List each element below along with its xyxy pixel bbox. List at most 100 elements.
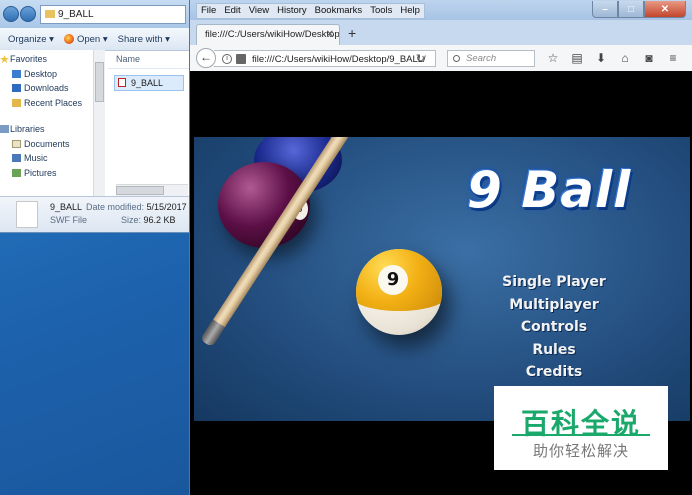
firefox-titlebar: File Edit View History Bookmarks Tools H… bbox=[190, 0, 692, 20]
url-text: file:///C:/Users/wikiHow/Desktop/9_BALL/ bbox=[252, 54, 426, 65]
game-title: 9 Ball bbox=[467, 161, 632, 219]
details-pane: 9_BALL SWF File Date modified: 5/15/2017… bbox=[0, 196, 190, 232]
file-item-9-ball[interactable]: 9_BALL bbox=[114, 75, 184, 91]
game-canvas[interactable]: 9 9 9 Ball Single Player Multiplayer Con… bbox=[194, 137, 690, 421]
address-text: 9_BALL bbox=[58, 9, 94, 20]
nav-label: Music bbox=[24, 153, 48, 163]
navigation-toolbar: i file:///C:/Users/wikiHow/Desktop/9_BAL… bbox=[190, 45, 692, 72]
menu-view[interactable]: View bbox=[245, 4, 273, 18]
nav-item-favorites[interactable]: Favorites bbox=[0, 52, 104, 67]
tab-bar: file:///C:/Users/wikiHow/Desktop ✕ + bbox=[190, 20, 692, 45]
nav-item-libraries[interactable]: Libraries bbox=[0, 122, 104, 137]
recent-places-icon bbox=[12, 98, 21, 107]
nav-item-music[interactable]: Music bbox=[0, 151, 104, 166]
menu-single-player[interactable]: Single Player bbox=[479, 271, 629, 294]
pocket-icon[interactable]: ◙ bbox=[640, 49, 658, 67]
bookmark-star-icon[interactable]: ☆ bbox=[544, 49, 562, 67]
explorer-toolbar: Organize ▾ Open ▾ Share with ▾ bbox=[0, 28, 190, 51]
menu-rules[interactable]: Rules bbox=[479, 339, 629, 362]
forward-arrow-icon[interactable] bbox=[20, 6, 36, 22]
nav-item-downloads[interactable]: Downloads bbox=[0, 81, 104, 96]
swf-file-icon bbox=[118, 78, 126, 87]
tab-close-icon[interactable]: ✕ bbox=[326, 25, 334, 45]
download-icon[interactable]: ⬇ bbox=[592, 49, 610, 67]
watermark-main-text: 百科全说 bbox=[520, 408, 641, 439]
reload-icon[interactable]: ↻ bbox=[416, 51, 425, 66]
nav-item-pictures[interactable]: Pictures bbox=[0, 166, 104, 181]
details-file-name: 9_BALL bbox=[50, 202, 83, 212]
nav-label: Downloads bbox=[24, 83, 69, 93]
menu-help[interactable]: Help bbox=[396, 4, 424, 18]
explorer-titlebar: 9_BALL bbox=[0, 0, 190, 28]
info-icon[interactable]: i bbox=[222, 54, 232, 64]
explorer-window: 9_BALL Organize ▾ Open ▾ Share with ▾ Fa… bbox=[0, 0, 191, 233]
page-icon bbox=[236, 54, 246, 64]
watermark-underline bbox=[512, 434, 650, 436]
back-arrow-icon[interactable] bbox=[3, 6, 19, 22]
menu-credits[interactable]: Credits bbox=[479, 361, 629, 384]
navigation-pane: Favorites Desktop Downloads Recent Place… bbox=[0, 50, 105, 196]
home-icon[interactable]: ⌂ bbox=[616, 49, 634, 67]
share-with-button[interactable]: Share with ▾ bbox=[118, 34, 170, 45]
nav-label: Recent Places bbox=[24, 97, 83, 108]
explorer-nav-buttons bbox=[3, 6, 37, 25]
nav-label: Pictures bbox=[24, 167, 57, 178]
folder-icon bbox=[45, 10, 55, 19]
nav-item-recent-places[interactable]: Recent Places bbox=[0, 96, 104, 111]
watermark-sub-text: 助你轻松解决 bbox=[532, 443, 629, 460]
search-placeholder: Search bbox=[466, 53, 497, 64]
share-with-label: Share with ▾ bbox=[117, 33, 170, 45]
explorer-address-bar[interactable]: 9_BALL bbox=[40, 5, 186, 24]
nav-label: Documents bbox=[24, 138, 70, 149]
menu-controls[interactable]: Controls bbox=[479, 316, 629, 339]
maximize-button[interactable]: □ bbox=[618, 1, 644, 18]
scrollbar-thumb[interactable] bbox=[116, 186, 164, 195]
new-tab-button[interactable]: + bbox=[348, 25, 356, 41]
watermark: 百科全说 助你轻松解决 bbox=[494, 386, 668, 470]
menu-tools[interactable]: Tools bbox=[366, 4, 396, 18]
nav-item-documents[interactable]: Documents bbox=[0, 137, 104, 152]
window-controls: – □ ✕ bbox=[592, 1, 686, 18]
explorer-body: Favorites Desktop Downloads Recent Place… bbox=[0, 50, 190, 196]
tab-active[interactable]: file:///C:/Users/wikiHow/Desktop ✕ bbox=[196, 24, 340, 45]
firefox-icon bbox=[63, 34, 74, 44]
menu-multiplayer[interactable]: Multiplayer bbox=[479, 294, 629, 317]
size-label: Size: bbox=[121, 215, 142, 225]
library-icon[interactable]: ▤ bbox=[568, 49, 586, 67]
file-name: 9_BALL bbox=[131, 78, 164, 88]
open-button[interactable]: Open ▾ bbox=[63, 33, 108, 45]
organize-button[interactable]: Organize ▾ bbox=[8, 34, 54, 45]
file-thumbnail-icon bbox=[16, 201, 38, 228]
minimize-button[interactable]: – bbox=[592, 1, 618, 18]
file-list-hscrollbar[interactable] bbox=[116, 184, 188, 196]
scrollbar-thumb[interactable] bbox=[95, 62, 104, 102]
nav-label: Favorites bbox=[10, 54, 48, 64]
date-modified-label: Date modified: bbox=[86, 202, 145, 212]
menu-edit[interactable]: Edit bbox=[220, 4, 244, 18]
search-input[interactable]: Search bbox=[447, 50, 535, 67]
nine-ball: 9 bbox=[356, 249, 442, 335]
url-bar[interactable]: i file:///C:/Users/wikiHow/Desktop/9_BAL… bbox=[214, 50, 436, 67]
open-label: Open ▾ bbox=[76, 33, 108, 45]
game-menu: Single Player Multiplayer Controls Rules… bbox=[479, 271, 629, 384]
navigation-scrollbar[interactable] bbox=[93, 50, 105, 196]
nine-ball-number: 9 bbox=[378, 265, 408, 295]
nav-label: Libraries bbox=[10, 124, 45, 134]
menu-file[interactable]: File bbox=[197, 4, 220, 18]
nav-label: Desktop bbox=[24, 68, 58, 79]
file-list: Name 9_BALL bbox=[108, 50, 190, 196]
column-header-name[interactable]: Name bbox=[108, 50, 190, 69]
size-value: 96.2 KB bbox=[143, 215, 176, 225]
downloads-icon bbox=[12, 84, 21, 92]
menu-bookmarks[interactable]: Bookmarks bbox=[311, 4, 367, 18]
close-button[interactable]: ✕ bbox=[644, 1, 686, 18]
toolbar-icons: ☆ ▤ ⬇ ⌂ ◙ ≡ bbox=[544, 49, 682, 67]
libraries-icon bbox=[0, 125, 9, 133]
details-file-type: SWF File bbox=[50, 215, 87, 225]
hamburger-menu-icon[interactable]: ≡ bbox=[664, 49, 682, 67]
star-icon bbox=[0, 55, 9, 63]
date-modified-value: 5/15/2017 8: bbox=[146, 202, 190, 212]
menu-history[interactable]: History bbox=[273, 4, 311, 18]
nav-item-desktop[interactable]: Desktop bbox=[0, 67, 104, 82]
back-button[interactable]: ← bbox=[196, 48, 216, 68]
